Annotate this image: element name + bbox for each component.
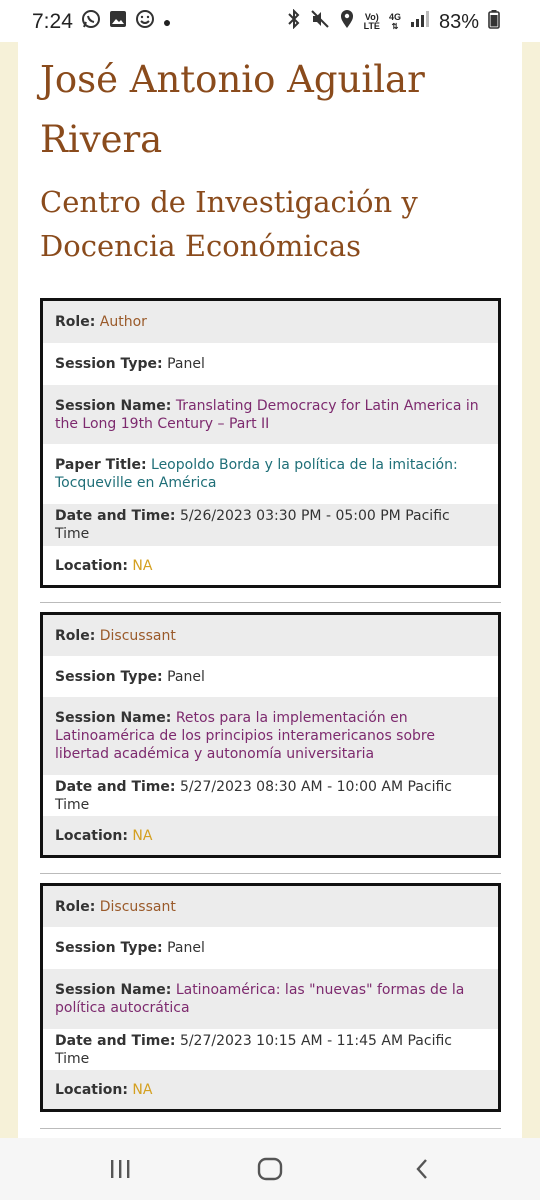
recents-icon: [111, 1160, 130, 1178]
gallery-icon: [109, 10, 127, 34]
location-label: Location:: [55, 1081, 128, 1098]
location-icon: [339, 9, 355, 35]
location-value: NA: [132, 1081, 153, 1098]
divider: [40, 873, 501, 874]
navigation-bar: [0, 1138, 540, 1200]
divider: [40, 1128, 501, 1129]
paper-title-row: Paper Title: Leopoldo Borda y la polític…: [43, 444, 498, 504]
location-label: Location:: [55, 827, 128, 844]
volte-indicator: Vo) LTE: [363, 12, 380, 31]
session-type-row: Session Type: Panel: [43, 343, 498, 385]
whatsapp-icon: [81, 9, 101, 35]
status-bar: 7:24 ● Vo) LTE 4G ⇅ 83%: [0, 0, 540, 42]
location-row: Location: NA: [43, 546, 498, 585]
role-row: Role: Author: [43, 301, 498, 343]
session-card: Role: Discussant Session Type: Panel Ses…: [40, 612, 501, 858]
session-type-value: Panel: [167, 940, 205, 956]
page-content: José Antonio Aguilar Rivera Centro de In…: [18, 42, 522, 1138]
profile-institution: Centro de Investigación y Docencia Econó…: [40, 185, 418, 263]
paper-title-label: Paper Title:: [55, 457, 147, 473]
home-icon: [257, 1157, 283, 1181]
session-name-row: Session Name: Retos para la implementaci…: [43, 697, 498, 775]
role-label: Role:: [55, 314, 96, 330]
location-value: NA: [132, 557, 153, 574]
session-type-row: Session Type: Panel: [43, 927, 498, 969]
session-card: Role: Author Session Type: Panel Session…: [40, 298, 501, 588]
session-type-label: Session Type:: [55, 668, 163, 685]
status-time: 7:24: [32, 10, 73, 33]
back-button[interactable]: [402, 1152, 442, 1186]
session-name-row: Session Name: Latinoamérica: las "nuevas…: [43, 969, 498, 1029]
signal-icon: [410, 10, 430, 34]
location-value: NA: [132, 827, 153, 844]
session-type-value: Panel: [167, 356, 205, 372]
session-card: Role: Discussant Session Type: Panel Ses…: [40, 883, 501, 1112]
recents-button[interactable]: [100, 1152, 140, 1186]
battery-icon: [488, 9, 500, 35]
role-label: Role:: [55, 627, 96, 644]
session-name-row: Session Name: Translating Democracy for …: [43, 385, 498, 444]
role-label: Role:: [55, 898, 96, 915]
session-type-label: Session Type:: [55, 940, 163, 956]
session-name-label: Session Name:: [55, 710, 172, 726]
battery-percent: 83%: [438, 10, 479, 33]
profile-name: José Antonio Aguilar Rivera: [40, 58, 425, 161]
date-time-row: Date and Time: 5/27/2023 08:30 AM - 10:0…: [43, 775, 498, 816]
role-value: Author: [99, 314, 147, 330]
date-time-label: Date and Time:: [55, 778, 176, 795]
mute-icon: [310, 9, 330, 35]
role-value: Discussant: [99, 898, 176, 915]
date-time-row: Date and Time: 5/27/2023 10:15 AM - 11:4…: [43, 1029, 498, 1070]
location-label: Location:: [55, 557, 128, 574]
divider: [40, 602, 501, 603]
face-icon: [135, 9, 155, 35]
role-row: Role: Discussant: [43, 615, 498, 656]
back-icon: [416, 1159, 427, 1179]
location-row: Location: NA: [43, 1070, 498, 1109]
session-type-row: Session Type: Panel: [43, 656, 498, 697]
role-row: Role: Discussant: [43, 886, 498, 927]
session-type-value: Panel: [167, 668, 205, 685]
session-name-label: Session Name:: [55, 982, 172, 998]
network-type: 4G ⇅: [388, 12, 401, 32]
role-value: Discussant: [99, 627, 176, 644]
date-time-label: Date and Time:: [55, 1032, 176, 1049]
session-name-label: Session Name:: [55, 397, 172, 414]
notification-dot-icon: ●: [162, 14, 172, 30]
location-row: Location: NA: [43, 816, 498, 855]
home-button[interactable]: [250, 1152, 290, 1186]
session-type-label: Session Type:: [55, 356, 163, 372]
date-time-row: Date and Time: 5/26/2023 03:30 PM - 05:0…: [43, 504, 498, 546]
date-time-label: Date and Time:: [55, 508, 176, 524]
bluetooth-icon: [287, 8, 301, 35]
